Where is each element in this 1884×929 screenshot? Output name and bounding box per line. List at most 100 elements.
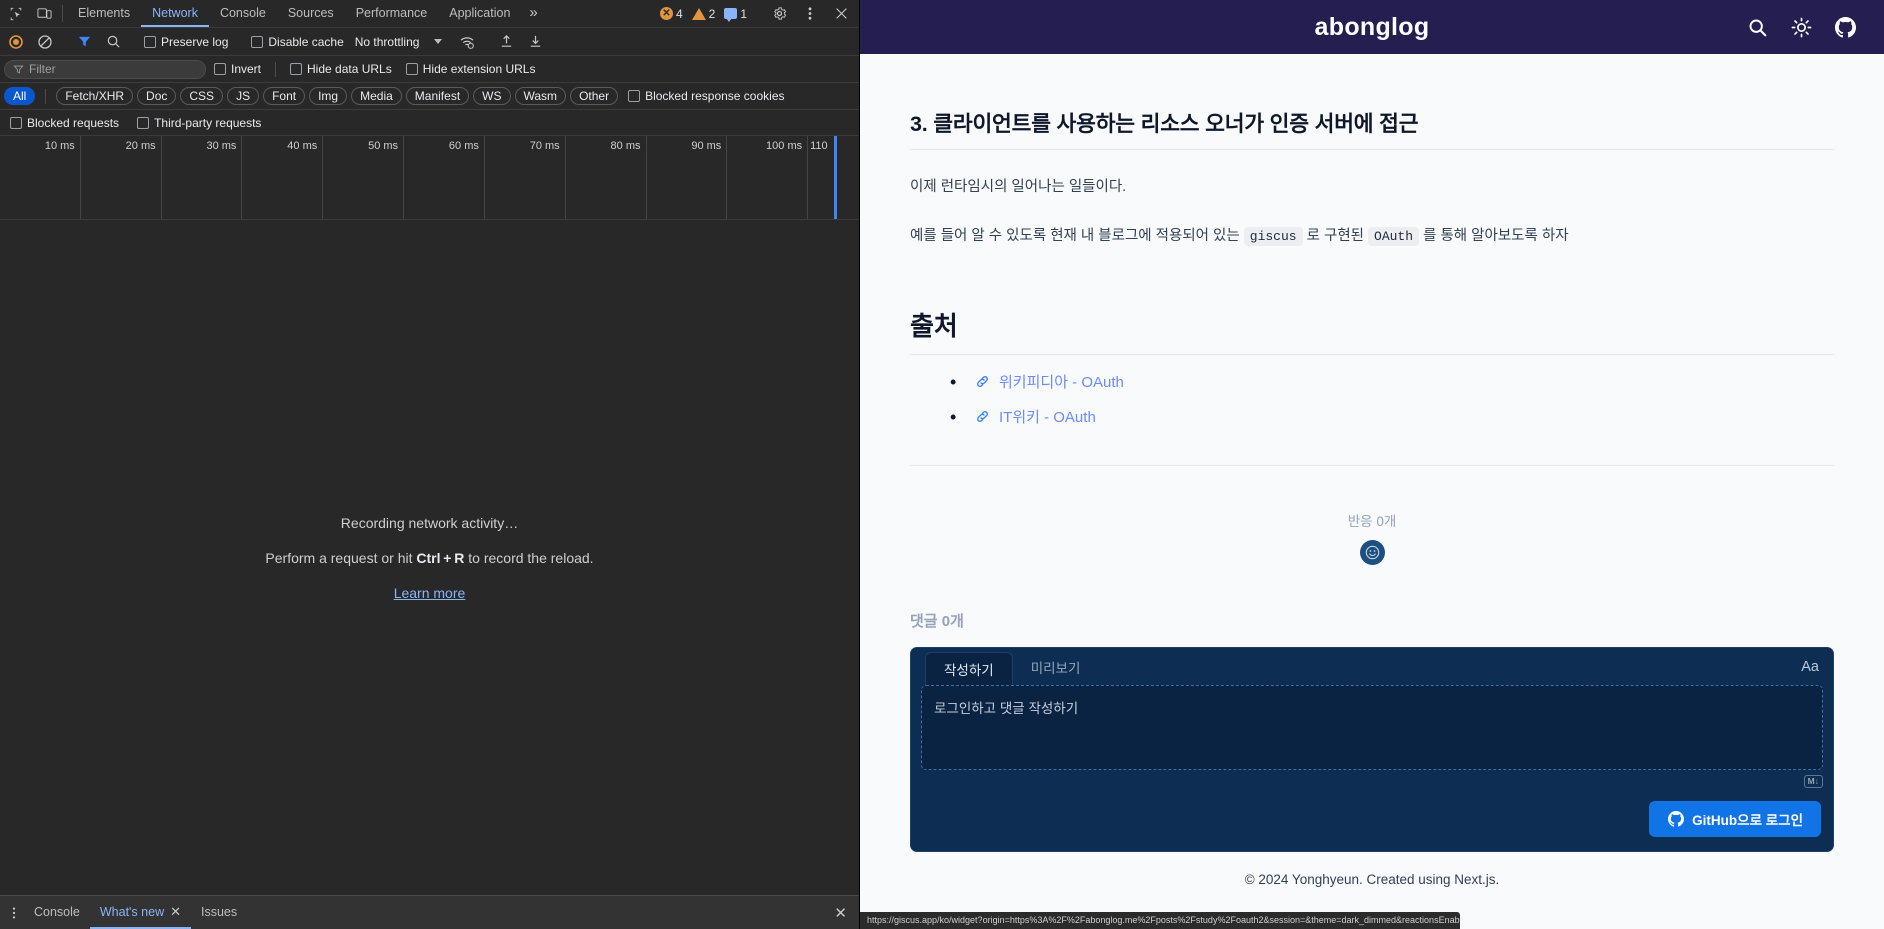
disable-cache-checkbox[interactable]: Disable cache [245,35,349,49]
checkbox-box [137,116,150,129]
search-icon[interactable] [99,30,127,54]
tab-write[interactable]: 작성하기 [925,652,1013,686]
timeline-tick: 110 [810,140,828,152]
network-timeline-overview[interactable]: 10 ms 20 ms 30 ms 40 ms 50 ms 60 ms 70 m… [0,136,859,220]
network-toolbar: Preserve log Disable cache No throttling [0,28,859,56]
hide-extension-urls-checkbox[interactable]: Hide extension URLs [400,62,542,76]
type-filter-other[interactable]: Other [570,87,619,105]
throttling-select[interactable]: No throttling [351,35,424,49]
chevron-down-icon[interactable] [424,30,452,54]
timeline-tick: 10 ms [44,140,75,152]
warning-badge[interactable]: 2 [689,7,719,21]
smiley-icon[interactable] [1359,540,1385,566]
more-options-icon[interactable] [796,6,824,21]
message-badge[interactable]: 1 [721,6,750,22]
close-devtools-icon[interactable] [827,7,855,20]
reload-shortcut: Ctrl + R [416,549,465,566]
network-conditions-icon[interactable] [453,30,481,54]
filter-input[interactable]: Filter [4,59,206,79]
filter-toggle-icon[interactable] [70,30,98,54]
github-icon[interactable] [1834,16,1856,38]
giscus-widget: 반응 0개 댓글 0개 작성하기 미리보기 Aa 로그인하고 댓글 작성하기 M… [910,510,1834,853]
drawer-tab-whats-new[interactable]: What's new ✕ [89,896,191,929]
settings-gear-icon[interactable] [765,6,793,21]
site-logo[interactable]: abonglog [888,13,1746,42]
device-toolbar-icon[interactable] [30,0,58,27]
disable-cache-label: Disable cache [268,34,344,49]
request-filters-bar: Blocked requests Third-party requests [0,110,859,136]
type-filter-wasm[interactable]: Wasm [514,87,567,105]
devtools-panel: Elements Network Console Sources Perform… [0,0,860,929]
timeline-cell: 50 ms [322,136,403,219]
text-format-icon[interactable]: Aa [1801,659,1833,675]
timeline-cell: 70 ms [483,136,565,219]
page-content: 3. 클라이언트를 사용하는 리소스 오너가 인증 서버에 접근 이제 런타임시… [860,54,1884,929]
type-filter-media[interactable]: Media [351,87,402,105]
import-har-icon[interactable] [492,30,520,54]
issue-badges: ✕ 4 2 1 [657,0,859,27]
checkbox-box [214,63,226,75]
search-icon[interactable] [1746,16,1768,38]
divider [275,61,277,77]
tab-sources[interactable]: Sources [277,0,345,27]
preserve-log-label: Preserve log [161,34,229,49]
drawer-tab-issues[interactable]: Issues [191,896,247,929]
inspect-element-icon[interactable] [2,0,30,27]
drawer-close-icon[interactable]: ✕ [826,904,855,922]
export-har-icon[interactable] [521,30,549,54]
filter-placeholder: Filter [29,62,56,76]
source-link-itwiki[interactable]: IT위키 - OAuth [999,406,1096,427]
sun-icon[interactable] [1790,16,1812,38]
type-filter-css[interactable]: CSS [180,87,224,105]
tab-application[interactable]: Application [438,0,521,27]
third-party-requests-checkbox[interactable]: Third-party requests [131,116,267,130]
drawer-tab-console[interactable]: Console [24,896,90,929]
preserve-log-checkbox[interactable]: Preserve log [138,35,234,49]
post-paragraph-2: 예를 들어 알 수 있도록 현재 내 블로그에 적용되어 있는 giscus 로… [910,225,1834,248]
markdown-icon[interactable]: M↓ [1803,774,1823,788]
invert-checkbox[interactable]: Invert [208,62,267,76]
blocked-response-cookies-checkbox[interactable]: Blocked response cookies [622,89,790,103]
source-link-wikipedia[interactable]: 위키피디아 - OAuth [999,371,1124,392]
message-count: 1 [740,6,747,21]
timeline-selection-marker[interactable] [834,136,838,219]
tab-preview[interactable]: 미리보기 [1013,648,1099,685]
type-filter-ws[interactable]: WS [473,87,511,105]
record-button[interactable] [2,30,30,54]
timeline-tick: 60 ms [448,140,479,152]
type-filter-js[interactable]: JS [227,87,260,105]
learn-more-link[interactable]: Learn more [394,585,466,601]
tab-performance[interactable]: Performance [345,0,439,27]
clear-button[interactable] [31,30,59,54]
error-badge[interactable]: ✕ 4 [657,7,686,21]
hide-data-urls-checkbox[interactable]: Hide data URLs [284,62,398,76]
drawer-tab-close-icon[interactable]: ✕ [170,904,181,920]
tab-network[interactable]: Network [141,0,209,27]
divider [62,5,63,22]
hide-data-urls-label: Hide data URLs [307,62,392,76]
screen-root: Elements Network Console Sources Perform… [0,0,1884,929]
comment-textarea[interactable]: 로그인하고 댓글 작성하기 [921,685,1823,771]
error-icon: ✕ [659,7,673,20]
type-filter-fetch-xhr[interactable]: Fetch/XHR [56,87,134,105]
checkbox-box [628,90,641,102]
sources-heading: 출처 [910,306,1834,356]
more-tabs-icon[interactable]: » [521,0,545,27]
type-filter-doc[interactable]: Doc [137,87,177,105]
timeline-cell: 10 ms [0,136,80,219]
type-filter-all[interactable]: All [4,87,36,105]
article-container: 3. 클라이언트를 사용하는 리소스 오너가 인증 서버에 접근 이제 런타임시… [910,54,1834,897]
comment-box-actions: GitHub으로 로그인 [911,792,1833,851]
type-filter-img[interactable]: Img [309,87,348,105]
drawer-more-options-icon[interactable] [4,906,24,920]
type-filter-manifest[interactable]: Manifest [405,87,470,105]
blocked-requests-checkbox[interactable]: Blocked requests [4,116,125,130]
comment-placeholder: 로그인하고 댓글 작성하기 [934,701,1079,717]
github-login-button[interactable]: GitHub으로 로그인 [1649,801,1821,838]
tab-console[interactable]: Console [209,0,277,27]
inline-code-giscus: giscus [1243,227,1303,247]
type-filter-font[interactable]: Font [263,87,306,105]
tab-elements[interactable]: Elements [67,0,141,27]
checkbox-box [144,35,156,48]
checkbox-box [251,35,264,48]
